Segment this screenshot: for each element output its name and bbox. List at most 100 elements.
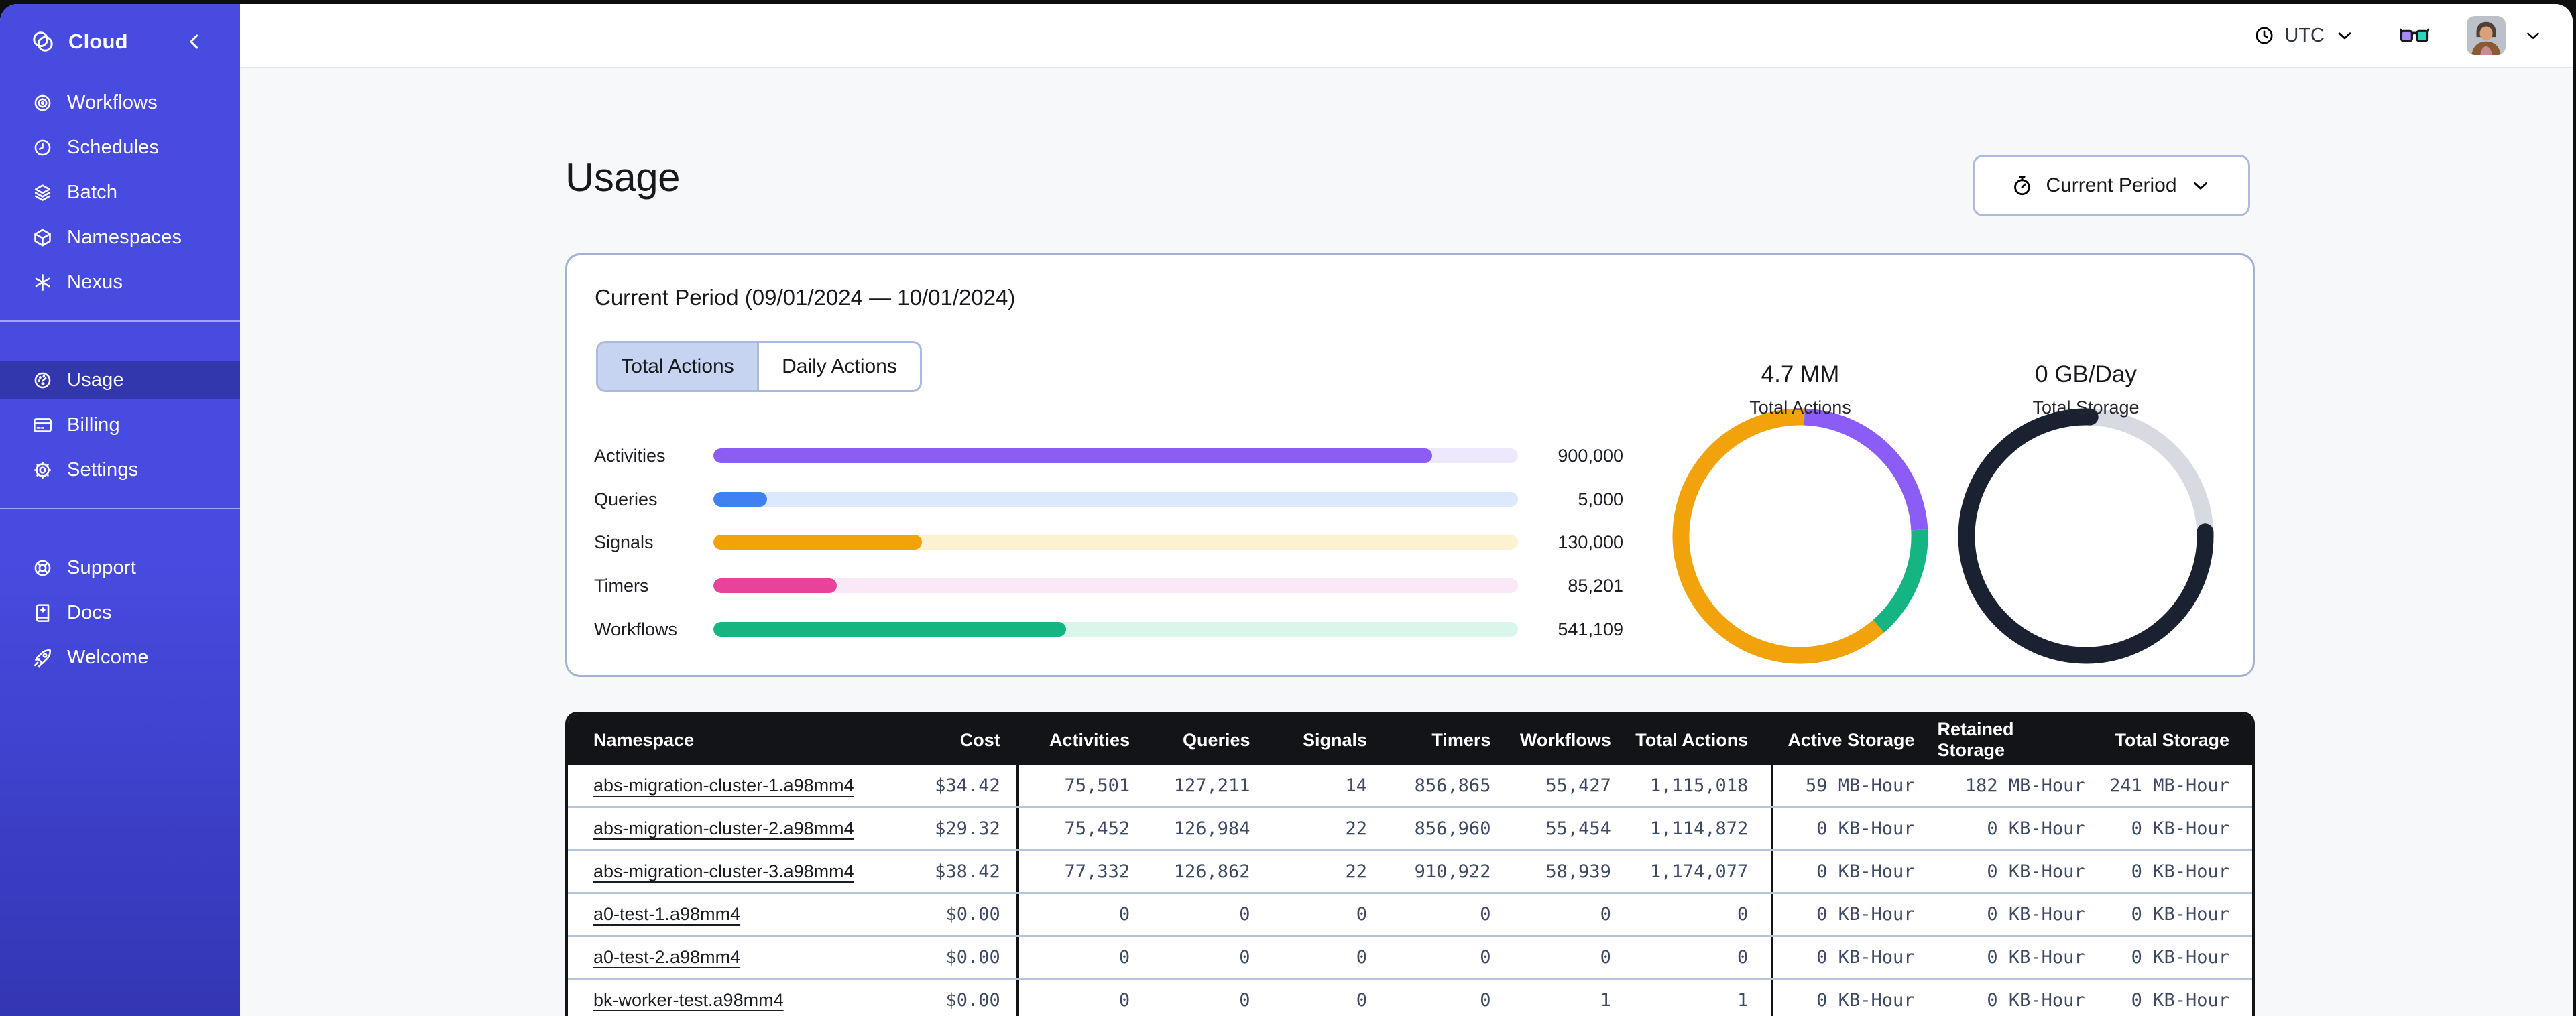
cell-qry: 126,862 [1173, 861, 1250, 882]
cell-tim: 910,922 [1414, 861, 1491, 882]
column-header-tim: Timers [1431, 729, 1491, 750]
cell-cost: $38.42 [935, 861, 1000, 882]
settings-icon [32, 460, 53, 481]
actions-tab-group: Total Actions Daily Actions [596, 341, 922, 392]
bar-row-activities: Activities 900,000 [594, 446, 1623, 466]
batch-icon [32, 182, 53, 203]
sidebar-item-label: Schedules [67, 136, 160, 158]
sidebar-item-support[interactable]: Support [0, 548, 240, 587]
bar-value: 900,000 [1558, 445, 1623, 466]
cell-tim: 856,865 [1414, 775, 1491, 796]
bar-row-workflows: Workflows 541,109 [594, 619, 1623, 639]
cell-act: 0 [1016, 894, 1153, 935]
cell-wf: 1 [1600, 990, 1611, 1011]
tab-total-actions[interactable]: Total Actions [598, 343, 759, 390]
total-storage-donut-center: 0 GB/Day Total Storage [1952, 255, 2220, 523]
billing-icon [32, 415, 53, 436]
cell-tim: 0 [1480, 947, 1491, 968]
topbar: UTC [240, 4, 2573, 68]
column-header-sig: Signals [1302, 729, 1368, 750]
total-storage-value: 0 GB/Day [2035, 361, 2137, 387]
sidebar-item-namespaces[interactable]: Namespaces [0, 218, 240, 257]
sidebar-collapse-button[interactable] [182, 29, 207, 54]
cell-sig: 0 [1356, 990, 1368, 1011]
cell-as: 0 KB-Hour [1771, 937, 1937, 978]
avatar[interactable] [2467, 16, 2506, 55]
bar-row-signals: Signals 130,000 [594, 532, 1623, 552]
feedback-glasses-icon[interactable] [2400, 24, 2429, 47]
table-row: bk-worker-test.a98mm4 $0.00 0 0 0 0 1 1 0 KB-Hou… [568, 980, 2252, 1016]
namespace-link[interactable]: abs-migration-cluster-3.a98mm4 [593, 861, 854, 882]
timezone-picker[interactable]: UTC [2253, 25, 2355, 47]
cell-rs: 0 KB-Hour [1987, 990, 2085, 1011]
namespace-link[interactable]: abs-migration-cluster-1.a98mm4 [593, 775, 854, 796]
column-header-qry: Queries [1182, 729, 1250, 750]
cell-ts: 0 KB-Hour [2131, 861, 2229, 882]
cell-qry: 0 [1239, 990, 1250, 1011]
cell-ns: a0-test-1.a98mm4 [568, 894, 861, 935]
cell-sig: 0 [1356, 904, 1368, 925]
table-header-row: Namespace Cost Activities Queries Signals Tim… [568, 714, 2252, 765]
cell-cost: $34.42 [935, 775, 1000, 796]
sidebar-item-settings[interactable]: Settings [0, 450, 240, 489]
cell-cost: $0.00 [945, 947, 1000, 968]
bar-label: Activities [594, 445, 666, 466]
cell-ta: 0 [1737, 947, 1749, 968]
column-header-ns: Namespace [593, 729, 695, 750]
chevron-down-icon [2334, 25, 2355, 46]
timezone-label: UTC [2284, 24, 2325, 46]
sidebar-item-schedules[interactable]: Schedules [0, 128, 240, 167]
cell-cost: $0.00 [945, 904, 1000, 925]
cell-wf: 55,454 [1545, 818, 1611, 839]
cell-wf: 0 [1600, 904, 1611, 925]
cell-ta: 0 [1737, 904, 1749, 925]
period-selector-button[interactable]: Current Period [1973, 155, 2250, 216]
cell-ta: 1,114,872 [1649, 818, 1749, 839]
tab-daily-actions[interactable]: Daily Actions [759, 343, 920, 390]
cell-wf: 55,427 [1545, 775, 1611, 796]
total-actions-donut-center: 4.7 MM Total Actions [1666, 255, 1934, 523]
sidebar-item-batch[interactable]: Batch [0, 173, 240, 212]
column-header-ta: Total Actions [1635, 729, 1749, 750]
sidebar-item-nexus[interactable]: Nexus [0, 263, 240, 302]
support-icon [32, 558, 53, 578]
namespace-link[interactable]: a0-test-1.a98mm4 [593, 904, 740, 925]
namespace-link[interactable]: abs-migration-cluster-2.a98mm4 [593, 818, 854, 839]
bar-fill [713, 492, 768, 507]
namespace-link[interactable]: a0-test-2.a98mm4 [593, 947, 740, 968]
sidebar-item-label: Welcome [67, 646, 149, 668]
cell-ts: 0 KB-Hour [2131, 818, 2229, 839]
cell-act: 75,501 [1016, 765, 1153, 806]
cell-rs: 182 MB-Hour [1965, 775, 2085, 796]
temporal-logo-icon [31, 29, 55, 54]
clock-icon [2253, 25, 2275, 46]
namespace-usage-table: Namespace Cost Activities Queries Signals Tim… [565, 712, 2255, 1016]
cell-wf: 58,939 [1545, 861, 1611, 882]
cell-wf: 0 [1600, 947, 1611, 968]
sidebar-item-workflows[interactable]: Workflows [0, 83, 240, 122]
sidebar-item-welcome[interactable]: Welcome [0, 638, 240, 677]
namespace-link[interactable]: bk-worker-test.a98mm4 [593, 990, 784, 1011]
period-selector-label: Current Period [2046, 174, 2177, 196]
cell-as: 0 KB-Hour [1771, 808, 1937, 849]
sidebar-item-docs[interactable]: Docs [0, 593, 240, 632]
usage-card: Current Period (09/01/2024 — 10/01/2024)… [565, 253, 2255, 677]
cell-rs: 0 KB-Hour [1987, 947, 2085, 968]
bar-label: Queries [594, 489, 658, 509]
sidebar-item-label: Nexus [67, 271, 123, 293]
sidebar-item-usage[interactable]: Usage [0, 361, 240, 399]
cell-act: 77,332 [1016, 851, 1153, 892]
cell-tim: 0 [1480, 904, 1491, 925]
schedules-icon [32, 137, 53, 158]
sidebar-item-billing[interactable]: Billing [0, 405, 240, 444]
main-content: Usage Current Period Current Period (09/… [240, 70, 2573, 1016]
table-row: a0-test-2.a98mm4 $0.00 0 0 0 0 0 0 0 KB-Hour 0 KB… [568, 937, 2252, 980]
cell-as: 0 KB-Hour [1771, 894, 1937, 935]
sidebar-item-label: Support [67, 556, 136, 578]
account-chevron-down-icon[interactable] [2523, 25, 2543, 46]
cell-ts: 0 KB-Hour [2131, 947, 2229, 968]
cell-cost: $29.32 [935, 818, 1000, 839]
chevron-down-icon [2189, 174, 2212, 197]
cell-ts: 0 KB-Hour [2131, 990, 2229, 1011]
bar-fill [713, 535, 922, 550]
